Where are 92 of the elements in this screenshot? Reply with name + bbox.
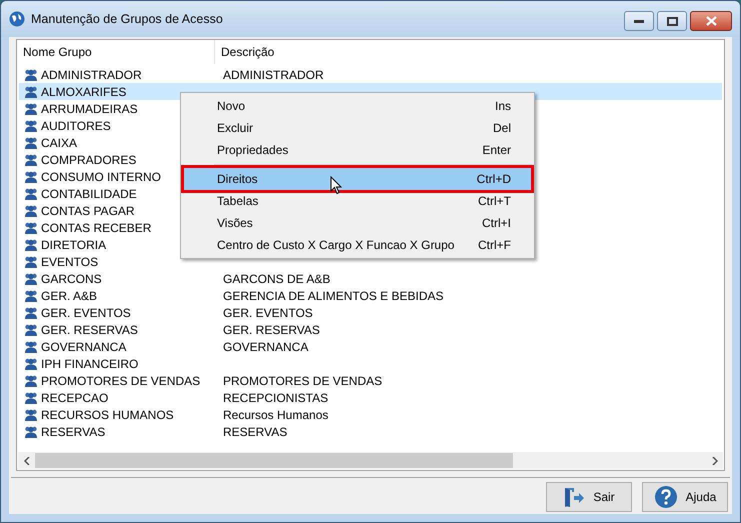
users-icon bbox=[24, 102, 38, 115]
exit-button[interactable]: Sair bbox=[546, 482, 632, 512]
group-name: AUDITORES bbox=[41, 118, 111, 134]
group-name: CONTAS RECEBER bbox=[41, 220, 152, 236]
menu-label: Centro de Custo X Cargo X Funcao X Grupo bbox=[217, 237, 454, 254]
group-name: RECURSOS HUMANOS bbox=[41, 406, 174, 424]
users-icon bbox=[24, 238, 38, 251]
users-icon bbox=[24, 340, 38, 353]
group-name: CONTAS PAGAR bbox=[41, 202, 135, 220]
chevron-left-icon bbox=[24, 456, 30, 464]
users-icon bbox=[24, 289, 38, 302]
door-exit-icon bbox=[563, 486, 586, 508]
menu-label: Novo bbox=[217, 98, 246, 115]
group-name: ALMOXARIFES bbox=[41, 84, 126, 100]
group-description: Recursos Humanos bbox=[222, 406, 328, 424]
group-name: RECEPCAO bbox=[41, 390, 108, 406]
scrollbar-thumb[interactable] bbox=[35, 453, 513, 468]
group-name: DIRETORIA bbox=[41, 236, 106, 254]
group-name: GOVERNANCA bbox=[41, 338, 126, 356]
users-icon bbox=[24, 187, 38, 200]
shortcut-text: Ctrl+T bbox=[478, 193, 511, 210]
menu-label: Visões bbox=[217, 215, 253, 232]
users-icon bbox=[24, 306, 38, 319]
group-name: EVENTOS bbox=[41, 254, 98, 270]
close-icon bbox=[706, 16, 716, 26]
mouse-cursor-icon bbox=[330, 176, 343, 195]
group-name: GER. A&B bbox=[41, 288, 98, 304]
help-button[interactable]: Ajuda bbox=[642, 482, 728, 512]
users-icon bbox=[24, 204, 38, 217]
users-icon bbox=[24, 357, 38, 370]
users-icon bbox=[24, 85, 38, 98]
column-header[interactable]: Nome Grupo bbox=[17, 40, 215, 64]
minimize-icon bbox=[634, 19, 644, 23]
menu-item[interactable]: Direitos Ctrl+D bbox=[184, 168, 531, 190]
shortcut-text: Ctrl+F bbox=[478, 237, 511, 254]
shortcut-text: Del bbox=[492, 120, 511, 137]
menu-item[interactable]: Tabelas Ctrl+T bbox=[184, 190, 531, 212]
menu-item[interactable]: Centro de Custo X Cargo X Funcao X Grupo Ctrl+F bbox=[184, 234, 531, 256]
globe-icon bbox=[9, 11, 25, 27]
menu-item[interactable]: Visões Ctrl+I bbox=[184, 212, 531, 234]
users-icon bbox=[24, 119, 38, 132]
group-name: CONSUMO INTERNO bbox=[41, 168, 161, 186]
menu-label: Direitos bbox=[217, 171, 258, 188]
group-name: ADMINISTRADOR bbox=[41, 66, 142, 84]
group-description: GARCONS DE A&B bbox=[222, 270, 330, 288]
users-icon bbox=[24, 374, 38, 387]
users-icon bbox=[24, 221, 38, 234]
group-name: GARCONS bbox=[41, 270, 102, 288]
group-name: GER. EVENTOS bbox=[41, 304, 131, 322]
group-description: ADMINISTRADOR bbox=[222, 66, 324, 84]
group-description: RESERVAS bbox=[222, 424, 288, 440]
column-header[interactable]: Descrição bbox=[215, 40, 274, 64]
group-description: RECEPCIONISTAS bbox=[222, 390, 328, 406]
group-name: CAIXA bbox=[41, 134, 78, 152]
users-icon bbox=[24, 68, 38, 81]
users-icon bbox=[24, 391, 38, 404]
group-description: GER. EVENTOS bbox=[222, 304, 313, 322]
group-name: ARRUMADEIRAS bbox=[41, 100, 138, 118]
help-icon bbox=[654, 485, 678, 509]
group-name: RESERVAS bbox=[41, 424, 106, 440]
group-description: GERENCIA DE ALIMENTOS E BEBIDAS bbox=[222, 288, 444, 304]
window-title: Manutenção de Grupos de Acesso bbox=[31, 10, 223, 28]
menu-item[interactable]: Propriedades Enter bbox=[184, 139, 531, 161]
maximize-button[interactable] bbox=[657, 11, 687, 31]
maximize-icon bbox=[666, 16, 678, 26]
group-description: PROMOTORES DE VENDAS bbox=[222, 372, 382, 390]
group-description: GOVERNANCA bbox=[222, 338, 308, 356]
users-icon bbox=[24, 153, 38, 166]
group-name: PROMOTORES DE VENDAS bbox=[41, 372, 200, 390]
users-icon bbox=[24, 408, 38, 421]
group-name: CONTABILIDADE bbox=[41, 186, 137, 202]
group-name: GER. RESERVAS bbox=[41, 322, 138, 338]
minimize-button[interactable] bbox=[624, 11, 654, 31]
users-icon bbox=[24, 425, 38, 438]
shortcut-text: Ins bbox=[494, 98, 511, 115]
menu-label: Propriedades bbox=[217, 142, 288, 159]
users-icon bbox=[24, 255, 38, 268]
close-button[interactable] bbox=[690, 11, 732, 31]
shortcut-text: Ctrl+D bbox=[476, 171, 511, 188]
users-icon bbox=[24, 170, 38, 183]
menu-item[interactable]: Excluir Del bbox=[184, 117, 531, 139]
shortcut-text: Enter bbox=[482, 142, 511, 159]
menu-label: Tabelas bbox=[217, 193, 258, 210]
shortcut-text: Ctrl+I bbox=[482, 215, 511, 232]
chevron-right-icon bbox=[712, 456, 718, 464]
users-icon bbox=[24, 272, 38, 285]
menu-label: Excluir bbox=[217, 120, 254, 137]
group-name: IPH FINANCEIRO bbox=[41, 356, 138, 372]
users-icon bbox=[24, 323, 38, 336]
users-icon bbox=[24, 136, 38, 149]
group-name: COMPRADORES bbox=[41, 152, 136, 168]
group-description: GER. RESERVAS bbox=[222, 322, 320, 338]
